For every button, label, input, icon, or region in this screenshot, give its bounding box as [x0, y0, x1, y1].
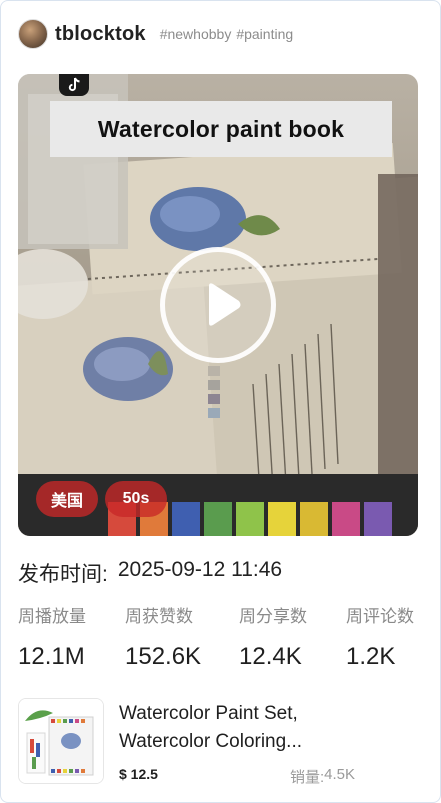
stat-label-weekly-shares: 周分享数: [239, 607, 307, 626]
hashtag[interactable]: #newhobby: [160, 26, 232, 42]
video-thumbnail[interactable]: Watercolor paint book 美国 50s: [18, 74, 418, 536]
sales-label: 销量:: [290, 769, 325, 786]
stat-value-weekly-likes: 152.6K: [125, 643, 202, 670]
stat-label-weekly-comments: 周评论数: [346, 607, 414, 626]
stat-label-weekly-plays: 周播放量: [18, 607, 86, 626]
stat-value-weekly-plays: 12.1M: [18, 643, 85, 670]
product-thumbnail[interactable]: [18, 698, 104, 784]
stat-value-weekly-comments: 1.2K: [346, 643, 396, 670]
hashtag-list: #newhobby #painting: [160, 26, 293, 42]
product-sales: 销量: 4.5K: [290, 766, 355, 787]
product-price: $ 12.5: [119, 766, 158, 782]
author-row: tblocktok #newhobby #painting: [18, 18, 293, 50]
video-title-banner: Watercolor paint book: [50, 101, 392, 157]
play-button[interactable]: [160, 247, 276, 363]
sales-value: 4.5K: [324, 766, 356, 783]
video-card: tblocktok #newhobby #painting Watercolor…: [0, 0, 441, 803]
avatar[interactable]: [18, 19, 48, 49]
product-title-line: Watercolor Paint Set,: [119, 703, 298, 724]
hashtag[interactable]: #painting: [236, 26, 293, 42]
publish-time: 发布时间: 2025-09-12 11:46: [18, 558, 282, 588]
product-title[interactable]: Watercolor Paint Set, Watercolor Colorin…: [119, 700, 329, 756]
duration-tag: 50s: [105, 481, 167, 517]
product-title-line: Watercolor Coloring...: [119, 731, 303, 752]
publish-time-label: 发布时间:: [18, 563, 108, 586]
stat-label-weekly-likes: 周获赞数: [125, 607, 193, 626]
play-icon: [209, 283, 241, 326]
product-image: [19, 699, 103, 783]
tiktok-logo-icon: [59, 74, 89, 96]
author-name[interactable]: tblocktok: [55, 23, 146, 46]
stat-value-weekly-shares: 12.4K: [239, 643, 302, 670]
publish-time-value: 2025-09-12 11:46: [117, 558, 283, 581]
region-tag: 美国: [36, 481, 98, 517]
